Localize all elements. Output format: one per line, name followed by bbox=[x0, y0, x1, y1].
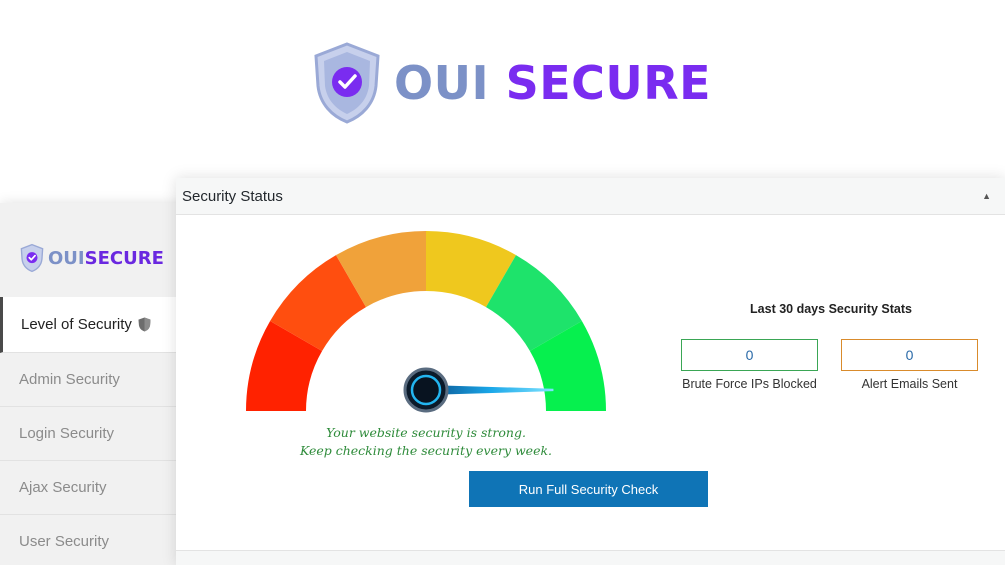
security-gauge bbox=[246, 231, 606, 413]
security-status-panel: Security Status ▲ Your website security … bbox=[176, 178, 1005, 565]
sidebar-item-label: Level of Security bbox=[21, 316, 132, 333]
sidebar-item-label: Login Security bbox=[19, 425, 115, 442]
sidebar-item-label: User Security bbox=[19, 533, 110, 550]
hero-wordmark: OUI SECURE bbox=[394, 56, 711, 110]
shield-check-icon bbox=[20, 243, 44, 273]
gauge-hub-ring bbox=[410, 374, 442, 406]
sidebar-brand-oui: OUI bbox=[48, 247, 85, 269]
sidebar: OUISECURE Level of Security Admin Securi… bbox=[0, 203, 192, 565]
sidebar-item-user-security[interactable]: User Security bbox=[0, 515, 192, 565]
shield-check-icon bbox=[314, 42, 380, 124]
stats-title: Last 30 days Security Stats bbox=[750, 302, 912, 316]
run-full-security-check-button[interactable]: Run Full Security Check bbox=[469, 471, 708, 507]
panel-header[interactable]: Security Status ▲ bbox=[176, 178, 1005, 215]
sidebar-wordmark: OUISECURE bbox=[48, 248, 164, 269]
sidebar-brand-secure: SECURE bbox=[84, 247, 164, 269]
sidebar-item-ajax-security[interactable]: Ajax Security bbox=[0, 461, 192, 515]
brute-force-count: 0 bbox=[681, 339, 818, 371]
sidebar-item-admin-security[interactable]: Admin Security bbox=[0, 353, 192, 407]
next-panel-header bbox=[176, 550, 1005, 565]
brand-secure: SECURE bbox=[505, 56, 712, 110]
security-message-line2: Keep checking the security every week. bbox=[299, 443, 553, 458]
alert-emails-count: 0 bbox=[841, 339, 978, 371]
sidebar-item-label: Admin Security bbox=[19, 371, 120, 388]
hero-logo: OUI SECURE bbox=[312, 42, 711, 124]
sidebar-item-label: Ajax Security bbox=[19, 479, 107, 496]
brute-force-label: Brute Force IPs Blocked bbox=[682, 377, 817, 391]
triangle-up-icon[interactable]: ▲ bbox=[982, 191, 991, 201]
security-message: Your website security is strong. Keep ch… bbox=[276, 424, 576, 460]
alert-emails-label: Alert Emails Sent bbox=[861, 377, 958, 391]
sidebar-item-level-of-security[interactable]: Level of Security bbox=[0, 297, 192, 353]
panel-title: Security Status bbox=[182, 187, 283, 205]
brand-oui: OUI bbox=[394, 56, 490, 110]
sidebar-menu: Level of Security Admin Security Login S… bbox=[0, 297, 192, 565]
security-message-line1: Your website security is strong. bbox=[326, 425, 526, 440]
sidebar-logo: OUISECURE bbox=[20, 243, 164, 273]
sidebar-item-login-security[interactable]: Login Security bbox=[0, 407, 192, 461]
shield-icon bbox=[138, 317, 151, 332]
